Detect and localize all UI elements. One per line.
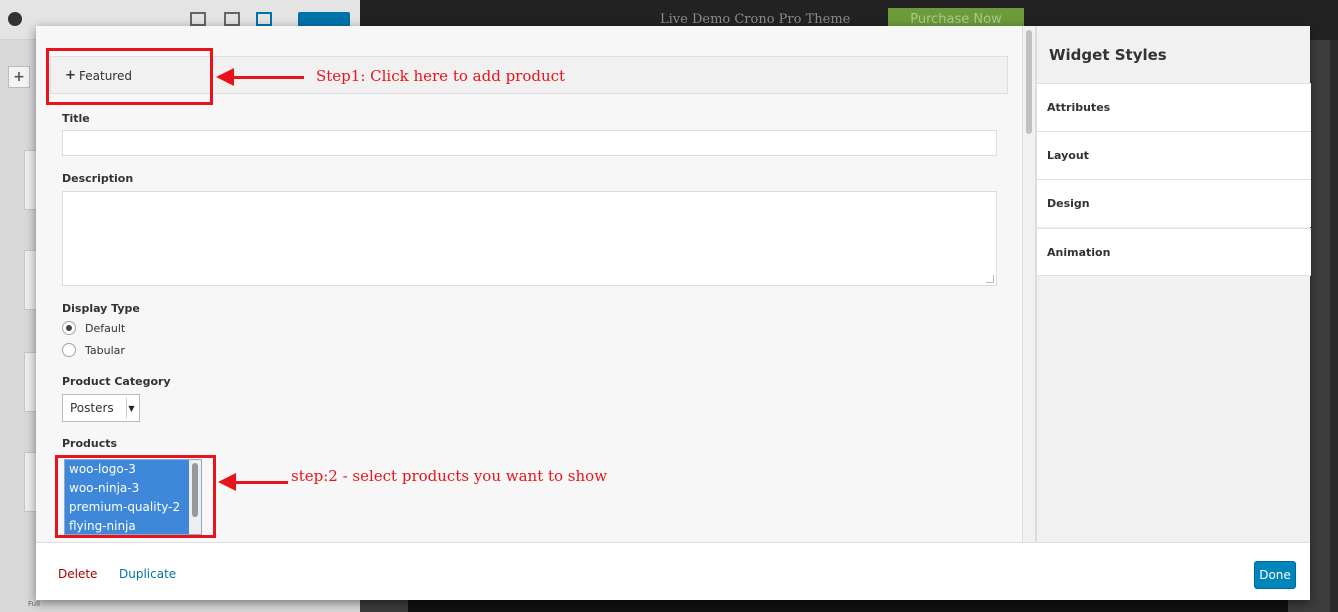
form-scrollbar[interactable] bbox=[1022, 26, 1036, 542]
step1-annotation: Step1: Click here to add product bbox=[316, 67, 566, 85]
duplicate-link[interactable]: Duplicate bbox=[119, 567, 176, 581]
styles-design[interactable]: Design bbox=[1037, 179, 1311, 227]
product-category-label: Product Category bbox=[62, 375, 171, 388]
description-label: Description bbox=[62, 172, 134, 185]
display-type-default[interactable]: Default bbox=[62, 321, 125, 335]
widget-styles-title: Widget Styles bbox=[1049, 46, 1167, 64]
radio-label: Default bbox=[85, 321, 126, 335]
form-scroll-thumb[interactable] bbox=[1026, 30, 1032, 134]
display-type-label: Display Type bbox=[62, 302, 140, 315]
preview-scrollbar bbox=[1330, 40, 1338, 612]
step1-highlight-box bbox=[46, 48, 213, 105]
preview-content-strip bbox=[408, 598, 1288, 612]
resize-grip-icon[interactable] bbox=[986, 275, 994, 283]
radio-label: Tabular bbox=[85, 343, 125, 357]
styles-attributes[interactable]: Attributes bbox=[1037, 83, 1311, 131]
title-label: Title bbox=[62, 112, 90, 125]
products-label: Products bbox=[62, 437, 118, 450]
selected-category: Posters bbox=[70, 401, 114, 415]
styles-animation[interactable]: Animation bbox=[1037, 228, 1311, 276]
display-type-tabular[interactable]: Tabular bbox=[62, 343, 125, 357]
title-input[interactable] bbox=[62, 130, 997, 156]
product-category-select[interactable]: Posters ▼ bbox=[62, 394, 140, 422]
styles-layout[interactable]: Layout bbox=[1037, 131, 1311, 179]
dropdown-arrow-icon: ▼ bbox=[126, 398, 136, 418]
row-layout-label: Full bbox=[28, 600, 40, 608]
step2-arrow-icon bbox=[218, 473, 236, 491]
step2-arrow-line bbox=[234, 481, 288, 484]
widget-styles-panel: Widget Styles Attributes Layout Design A… bbox=[1036, 26, 1311, 542]
done-button[interactable]: Done bbox=[1254, 561, 1296, 589]
desktop-view-icon bbox=[190, 12, 206, 26]
add-row-icon: + bbox=[8, 66, 30, 88]
description-textarea[interactable] bbox=[62, 191, 997, 286]
step1-arrow-line bbox=[232, 76, 304, 79]
theme-name: Live Demo Crono Pro Theme bbox=[660, 12, 851, 27]
step2-highlight-box bbox=[55, 455, 216, 538]
tablet-view-icon bbox=[224, 12, 240, 26]
widget-edit-dialog: + Featured Title Description Display Typ… bbox=[36, 26, 1311, 600]
step1-arrow-icon bbox=[216, 68, 234, 86]
wordpress-logo-icon bbox=[8, 12, 22, 26]
radio-button-checked[interactable] bbox=[62, 321, 76, 335]
radio-button[interactable] bbox=[62, 343, 76, 357]
step2-annotation: step:2 - select products you want to sho… bbox=[291, 467, 608, 485]
dialog-footer: Delete Duplicate Done bbox=[36, 542, 1310, 600]
mobile-view-icon bbox=[256, 12, 272, 26]
delete-link[interactable]: Delete bbox=[58, 567, 97, 581]
